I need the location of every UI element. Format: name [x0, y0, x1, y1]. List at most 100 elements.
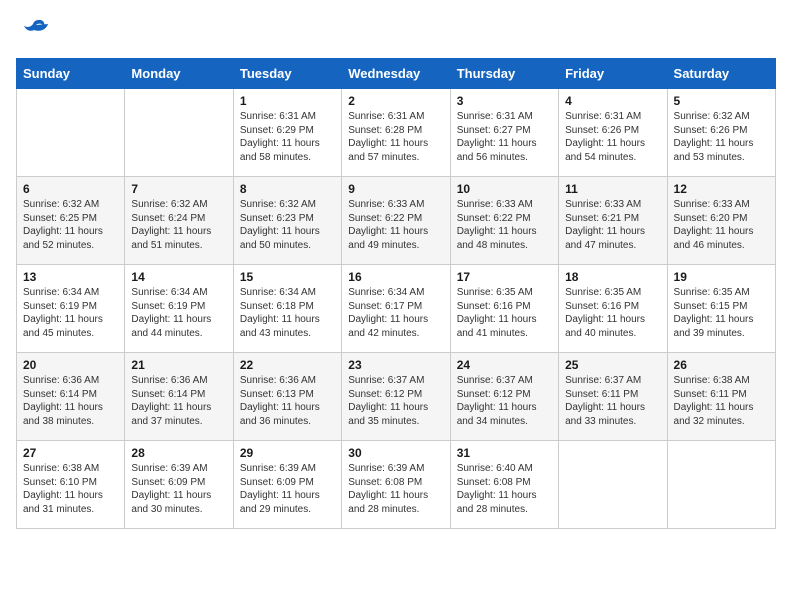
calendar-day-cell: 27 Sunrise: 6:38 AM Sunset: 6:10 PM Dayli… [17, 441, 125, 529]
day-info: Sunrise: 6:33 AM Sunset: 6:22 PM Dayligh… [457, 198, 552, 252]
calendar-day-cell: 28 Sunrise: 6:39 AM Sunset: 6:09 PM Dayli… [125, 441, 233, 529]
calendar-day-cell: 8 Sunrise: 6:32 AM Sunset: 6:23 PM Daylig… [233, 177, 341, 265]
day-info: Sunrise: 6:34 AM Sunset: 6:17 PM Dayligh… [348, 286, 443, 340]
calendar-day-cell: 5 Sunrise: 6:32 AM Sunset: 6:26 PM Daylig… [667, 89, 775, 177]
calendar-container: SundayMondayTuesdayWednesdayThursdayFrid… [0, 0, 792, 545]
calendar-day-cell: 26 Sunrise: 6:38 AM Sunset: 6:11 PM Dayli… [667, 353, 775, 441]
calendar-day-cell: 30 Sunrise: 6:39 AM Sunset: 6:08 PM Dayli… [342, 441, 450, 529]
day-number: 14 [131, 270, 226, 284]
calendar-day-cell: 17 Sunrise: 6:35 AM Sunset: 6:16 PM Dayli… [450, 265, 558, 353]
day-number: 27 [23, 446, 118, 460]
day-info: Sunrise: 6:32 AM Sunset: 6:24 PM Dayligh… [131, 198, 226, 252]
day-number: 8 [240, 182, 335, 196]
day-info: Sunrise: 6:34 AM Sunset: 6:18 PM Dayligh… [240, 286, 335, 340]
day-number: 22 [240, 358, 335, 372]
calendar-day-cell [125, 89, 233, 177]
day-info: Sunrise: 6:38 AM Sunset: 6:11 PM Dayligh… [674, 374, 769, 428]
day-number: 29 [240, 446, 335, 460]
day-info: Sunrise: 6:31 AM Sunset: 6:28 PM Dayligh… [348, 110, 443, 164]
calendar-day-cell: 11Sunrise: 6:33 AM Sunset: 6:21 PM Dayli… [559, 177, 667, 265]
day-info: Sunrise: 6:39 AM Sunset: 6:08 PM Dayligh… [348, 462, 443, 516]
calendar-day-cell: 18 Sunrise: 6:35 AM Sunset: 6:16 PM Dayli… [559, 265, 667, 353]
day-info: Sunrise: 6:32 AM Sunset: 6:26 PM Dayligh… [674, 110, 769, 164]
day-of-week-header: Friday [559, 59, 667, 89]
calendar-day-cell: 13 Sunrise: 6:34 AM Sunset: 6:19 PM Dayli… [17, 265, 125, 353]
day-info: Sunrise: 6:32 AM Sunset: 6:23 PM Dayligh… [240, 198, 335, 252]
day-number: 4 [565, 94, 660, 108]
day-number: 17 [457, 270, 552, 284]
calendar-day-cell: 14 Sunrise: 6:34 AM Sunset: 6:19 PM Dayli… [125, 265, 233, 353]
calendar-day-cell: 4Sunrise: 6:31 AM Sunset: 6:26 PM Daylig… [559, 89, 667, 177]
calendar-day-cell: 20 Sunrise: 6:36 AM Sunset: 6:14 PM Dayli… [17, 353, 125, 441]
day-number: 19 [674, 270, 769, 284]
calendar-day-cell: 21Sunrise: 6:36 AM Sunset: 6:14 PM Dayli… [125, 353, 233, 441]
day-info: Sunrise: 6:36 AM Sunset: 6:14 PM Dayligh… [23, 374, 118, 428]
calendar-week-row: 27 Sunrise: 6:38 AM Sunset: 6:10 PM Dayli… [17, 441, 776, 529]
calendar-week-row: 6 Sunrise: 6:32 AM Sunset: 6:25 PM Daylig… [17, 177, 776, 265]
day-of-week-header: Tuesday [233, 59, 341, 89]
day-number: 12 [674, 182, 769, 196]
day-number: 31 [457, 446, 552, 460]
calendar-day-cell: 16 Sunrise: 6:34 AM Sunset: 6:17 PM Dayli… [342, 265, 450, 353]
day-info: Sunrise: 6:34 AM Sunset: 6:19 PM Dayligh… [131, 286, 226, 340]
day-info: Sunrise: 6:35 AM Sunset: 6:16 PM Dayligh… [565, 286, 660, 340]
day-info: Sunrise: 6:39 AM Sunset: 6:09 PM Dayligh… [131, 462, 226, 516]
day-number: 23 [348, 358, 443, 372]
calendar-week-row: 13 Sunrise: 6:34 AM Sunset: 6:19 PM Dayli… [17, 265, 776, 353]
day-number: 13 [23, 270, 118, 284]
calendar-day-cell: 1 Sunrise: 6:31 AM Sunset: 6:29 PM Daylig… [233, 89, 341, 177]
day-number: 6 [23, 182, 118, 196]
day-info: Sunrise: 6:31 AM Sunset: 6:29 PM Dayligh… [240, 110, 335, 164]
day-number: 16 [348, 270, 443, 284]
calendar-day-cell: 15Sunrise: 6:34 AM Sunset: 6:18 PM Dayli… [233, 265, 341, 353]
day-number: 1 [240, 94, 335, 108]
day-info: Sunrise: 6:33 AM Sunset: 6:20 PM Dayligh… [674, 198, 769, 252]
calendar-day-cell: 25 Sunrise: 6:37 AM Sunset: 6:11 PM Dayli… [559, 353, 667, 441]
day-info: Sunrise: 6:40 AM Sunset: 6:08 PM Dayligh… [457, 462, 552, 516]
calendar-header-row: SundayMondayTuesdayWednesdayThursdayFrid… [17, 59, 776, 89]
day-info: Sunrise: 6:35 AM Sunset: 6:15 PM Dayligh… [674, 286, 769, 340]
calendar-week-row: 1 Sunrise: 6:31 AM Sunset: 6:29 PM Daylig… [17, 89, 776, 177]
day-number: 30 [348, 446, 443, 460]
header [16, 16, 776, 44]
day-number: 25 [565, 358, 660, 372]
day-of-week-header: Sunday [17, 59, 125, 89]
day-number: 24 [457, 358, 552, 372]
day-number: 2 [348, 94, 443, 108]
day-info: Sunrise: 6:33 AM Sunset: 6:22 PM Dayligh… [348, 198, 443, 252]
day-info: Sunrise: 6:32 AM Sunset: 6:25 PM Dayligh… [23, 198, 118, 252]
calendar-day-cell [559, 441, 667, 529]
calendar-day-cell: 12 Sunrise: 6:33 AM Sunset: 6:20 PM Dayli… [667, 177, 775, 265]
day-number: 26 [674, 358, 769, 372]
calendar-day-cell: 6 Sunrise: 6:32 AM Sunset: 6:25 PM Daylig… [17, 177, 125, 265]
calendar-day-cell [17, 89, 125, 177]
day-info: Sunrise: 6:35 AM Sunset: 6:16 PM Dayligh… [457, 286, 552, 340]
day-number: 9 [348, 182, 443, 196]
day-number: 28 [131, 446, 226, 460]
day-info: Sunrise: 6:38 AM Sunset: 6:10 PM Dayligh… [23, 462, 118, 516]
day-info: Sunrise: 6:33 AM Sunset: 6:21 PM Dayligh… [565, 198, 660, 252]
calendar-day-cell: 3Sunrise: 6:31 AM Sunset: 6:27 PM Daylig… [450, 89, 558, 177]
day-number: 10 [457, 182, 552, 196]
day-number: 5 [674, 94, 769, 108]
day-info: Sunrise: 6:37 AM Sunset: 6:12 PM Dayligh… [457, 374, 552, 428]
logo-bird-icon [20, 16, 48, 44]
calendar-table: SundayMondayTuesdayWednesdayThursdayFrid… [16, 58, 776, 529]
calendar-day-cell: 23Sunrise: 6:37 AM Sunset: 6:12 PM Dayli… [342, 353, 450, 441]
day-of-week-header: Saturday [667, 59, 775, 89]
calendar-day-cell: 29 Sunrise: 6:39 AM Sunset: 6:09 PM Dayli… [233, 441, 341, 529]
calendar-day-cell: 10 Sunrise: 6:33 AM Sunset: 6:22 PM Dayli… [450, 177, 558, 265]
day-number: 20 [23, 358, 118, 372]
calendar-day-cell: 19 Sunrise: 6:35 AM Sunset: 6:15 PM Dayli… [667, 265, 775, 353]
day-of-week-header: Wednesday [342, 59, 450, 89]
day-info: Sunrise: 6:36 AM Sunset: 6:13 PM Dayligh… [240, 374, 335, 428]
calendar-day-cell [667, 441, 775, 529]
day-info: Sunrise: 6:34 AM Sunset: 6:19 PM Dayligh… [23, 286, 118, 340]
day-info: Sunrise: 6:39 AM Sunset: 6:09 PM Dayligh… [240, 462, 335, 516]
calendar-week-row: 20 Sunrise: 6:36 AM Sunset: 6:14 PM Dayli… [17, 353, 776, 441]
day-of-week-header: Monday [125, 59, 233, 89]
day-number: 21 [131, 358, 226, 372]
calendar-day-cell: 9 Sunrise: 6:33 AM Sunset: 6:22 PM Daylig… [342, 177, 450, 265]
day-number: 18 [565, 270, 660, 284]
day-info: Sunrise: 6:37 AM Sunset: 6:11 PM Dayligh… [565, 374, 660, 428]
